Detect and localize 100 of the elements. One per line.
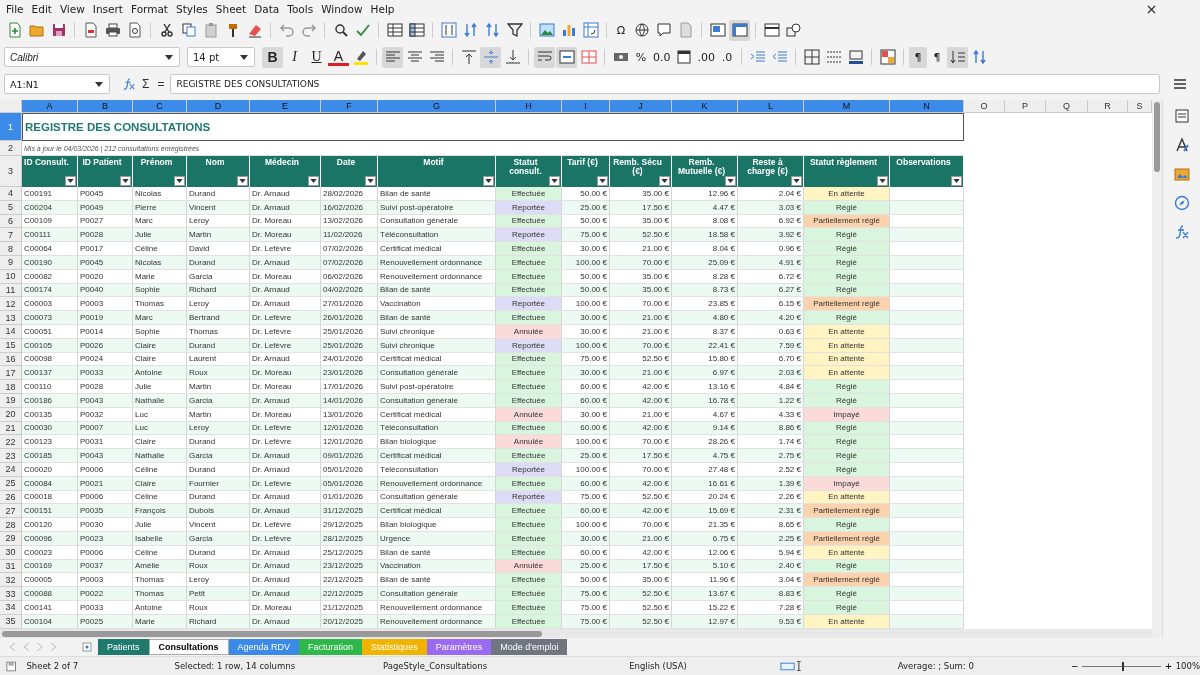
column-letter[interactable]: J — [610, 100, 672, 113]
search-icon[interactable] — [332, 22, 349, 38]
zoom-in-button[interactable]: + — [1161, 660, 1176, 672]
column-letter[interactable]: D — [187, 100, 250, 113]
sheet-tab[interactable]: Patients — [98, 639, 149, 655]
new-document-icon[interactable] — [6, 22, 23, 38]
toolbar-button[interactable]: ¶ — [909, 46, 927, 68]
sum-button[interactable]: Σ — [140, 77, 152, 91]
row-number[interactable]: 8 — [0, 242, 22, 256]
font-color-button[interactable]: A — [328, 48, 349, 66]
filter-dropdown-button[interactable] — [237, 176, 248, 186]
row-number[interactable]: 4 — [0, 187, 22, 201]
row-number[interactable]: 2 — [0, 141, 22, 156]
text-direction-icon[interactable] — [949, 49, 966, 65]
filter-dropdown-button[interactable] — [597, 176, 608, 186]
menu-item[interactable]: File — [4, 3, 30, 15]
menu-item[interactable]: View — [57, 3, 91, 15]
conditional-format-icon[interactable] — [879, 49, 896, 65]
filter-dropdown-button[interactable] — [174, 176, 185, 186]
row-number[interactable]: 18 — [0, 380, 22, 394]
calendar-icon[interactable] — [676, 49, 692, 65]
row-number[interactable]: 7 — [0, 228, 22, 243]
folder-icon[interactable] — [28, 22, 45, 38]
column-letter[interactable]: G — [378, 100, 496, 113]
sheet-tab[interactable]: Mode d'emploi — [491, 639, 568, 655]
name-box[interactable]: A1:N1 — [4, 74, 110, 94]
eraser-icon[interactable] — [246, 22, 263, 38]
save-icon[interactable] — [50, 22, 67, 38]
print-preview-icon[interactable] — [126, 22, 143, 38]
menu-item[interactable]: Help — [368, 3, 401, 15]
filter-dropdown-button[interactable] — [791, 176, 802, 186]
column-letter[interactable]: P — [1005, 100, 1046, 113]
formula-button[interactable]: = — [155, 77, 167, 91]
properties-icon[interactable] — [1173, 108, 1190, 124]
sheet-tab[interactable]: Consultations — [148, 639, 229, 655]
paste-icon[interactable] — [202, 22, 219, 38]
column-letter[interactable]: B — [78, 100, 133, 113]
split-window-icon[interactable] — [763, 22, 780, 38]
sort-descending-icon[interactable] — [484, 22, 501, 38]
column-letter[interactable]: I — [562, 100, 610, 113]
styles-icon[interactable] — [1173, 137, 1190, 153]
sort-icon[interactable] — [440, 22, 457, 38]
align-right-icon[interactable] — [428, 49, 445, 65]
formula-input[interactable]: REGISTRE DES CONSULTATIONS — [170, 74, 1160, 94]
filter-dropdown-button[interactable] — [877, 176, 888, 186]
toolbar-button[interactable]: .00 — [695, 46, 717, 68]
column-letter[interactable]: C — [133, 100, 187, 113]
column-letter[interactable]: A — [22, 100, 78, 113]
bold-button[interactable]: B — [262, 46, 283, 68]
row-number[interactable]: 3 — [0, 156, 22, 187]
function-wizard-icon[interactable] — [122, 77, 136, 91]
italic-button[interactable]: I — [284, 46, 305, 68]
column-letter[interactable]: E — [250, 100, 321, 113]
zoom-slider-thumb[interactable] — [1121, 661, 1124, 671]
column-letter[interactable]: K — [672, 100, 738, 113]
toolbar-button[interactable]: % — [632, 46, 650, 68]
border-color-icon[interactable] — [847, 49, 864, 65]
globe-icon[interactable] — [633, 22, 650, 38]
caret-icon[interactable] — [240, 54, 248, 60]
filter-dropdown-button[interactable] — [365, 176, 376, 186]
merge-cells-icon[interactable] — [558, 49, 575, 65]
row-number[interactable]: 23 — [0, 449, 22, 463]
redo-icon[interactable] — [300, 22, 317, 38]
column-letter[interactable]: R — [1088, 100, 1128, 113]
unmerge-cells-icon[interactable] — [580, 49, 597, 65]
shapes-icon[interactable] — [785, 22, 802, 38]
borders-icon[interactable] — [803, 49, 820, 65]
zoom-out-button[interactable]: − — [1067, 660, 1082, 672]
align-center-icon[interactable] — [406, 49, 423, 65]
sort-ascending-icon[interactable] — [462, 22, 479, 38]
filter-dropdown-button[interactable] — [659, 176, 670, 186]
scrollbar-thumb[interactable] — [2, 630, 542, 637]
filter-dropdown-button[interactable] — [308, 176, 319, 186]
column-letter[interactable]: M — [804, 100, 890, 113]
check-mark-icon[interactable] — [354, 22, 371, 38]
sheet-tab[interactable]: Paramètres — [426, 639, 492, 655]
menu-item[interactable]: Sheet — [213, 3, 253, 15]
compass-icon[interactable] — [1173, 195, 1190, 211]
align-bottom-icon[interactable] — [504, 49, 521, 65]
highlighter-icon[interactable] — [352, 49, 369, 65]
menu-item[interactable]: Window — [319, 3, 369, 15]
font-name-field[interactable]: Calibri — [4, 47, 180, 67]
menu-item[interactable]: Data — [252, 3, 286, 15]
toolbar-button[interactable]: ¶ — [928, 46, 946, 68]
menu-item[interactable]: Format — [128, 3, 174, 15]
cut-icon[interactable] — [158, 22, 175, 38]
filter-dropdown-button[interactable] — [65, 176, 76, 186]
caret-icon[interactable] — [165, 54, 173, 60]
column-letter[interactable]: L — [738, 100, 804, 113]
align-top-icon[interactable] — [460, 49, 477, 65]
column-letter[interactable]: F — [321, 100, 378, 113]
menu-icon[interactable] — [1174, 79, 1186, 89]
row-number[interactable]: 32 — [0, 573, 22, 588]
column-letter[interactable]: O — [964, 100, 1005, 113]
menu-item[interactable]: Insert — [90, 3, 129, 15]
column-letter[interactable]: S — [1128, 100, 1152, 113]
row-number[interactable]: 27 — [0, 504, 22, 519]
pdf-export-icon[interactable] — [82, 22, 99, 38]
column-letter[interactable]: N — [890, 100, 964, 113]
border-style-icon[interactable] — [825, 49, 842, 65]
